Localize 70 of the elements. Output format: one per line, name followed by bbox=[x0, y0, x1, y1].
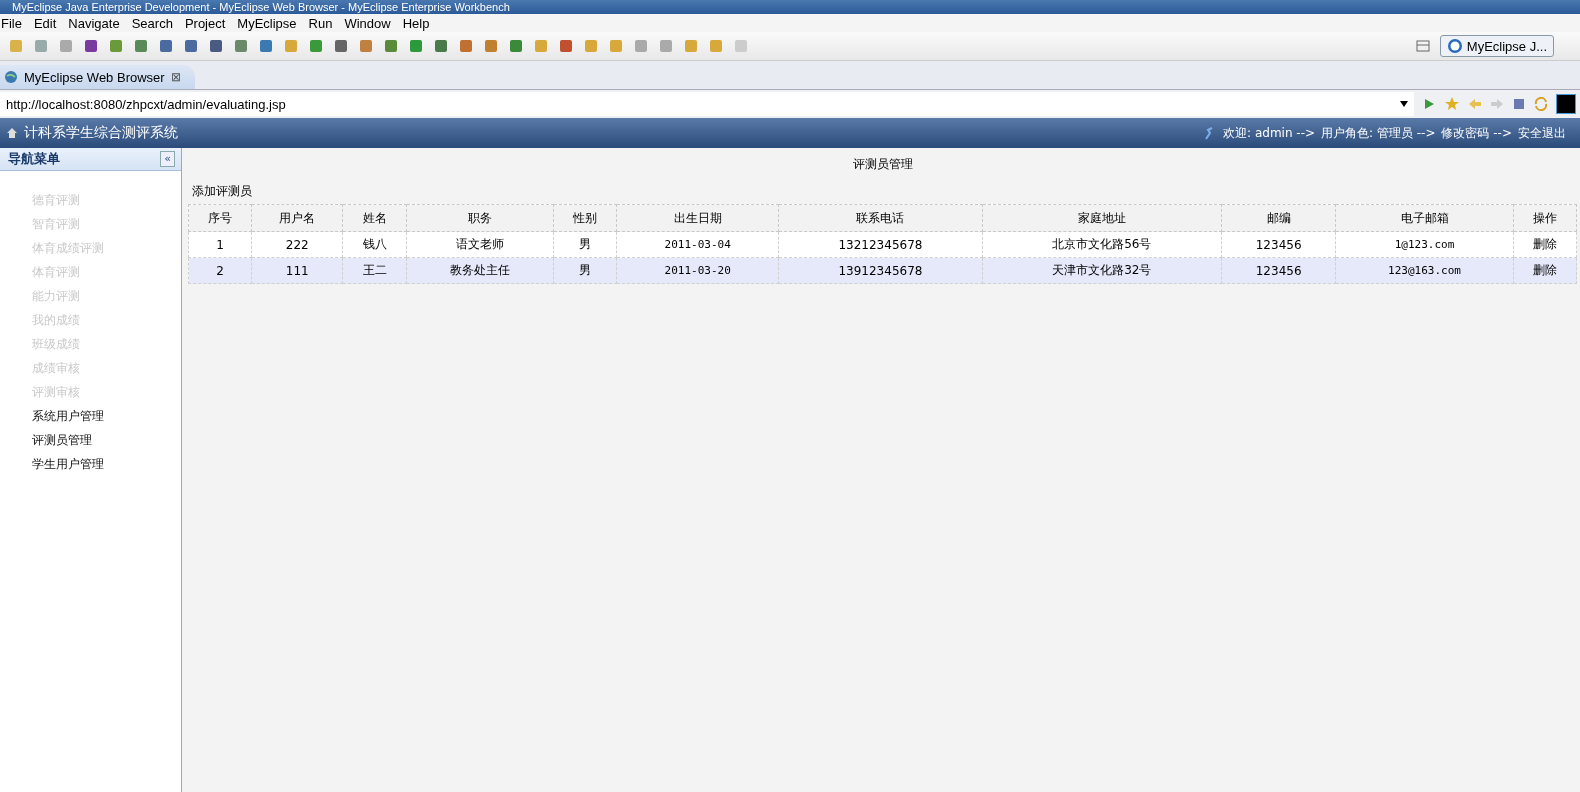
header-link[interactable]: 欢迎: admin --> bbox=[1223, 124, 1316, 142]
table-cell: 2011-03-20 bbox=[616, 257, 779, 284]
address-field[interactable]: http://localhost:8080/zhpcxt/admin/evaluating.jsp bbox=[0, 92, 1414, 116]
table-cell: 13912345678 bbox=[778, 257, 983, 284]
table-cell: 222 bbox=[251, 231, 343, 258]
app-title: 计科系学生综合测评系统 bbox=[24, 124, 178, 142]
column-header: 操作 bbox=[1513, 204, 1577, 232]
menu-item[interactable]: Project bbox=[179, 15, 233, 31]
table-cell: 111 bbox=[251, 257, 343, 284]
column-header: 出生日期 bbox=[616, 204, 779, 232]
window-title: MyEclipse Java Enterprise Development - MyEclipse Web Browser - MyEclipse Enterprise Workbench bbox=[12, 0, 510, 14]
menu-item[interactable]: Search bbox=[126, 15, 180, 31]
column-header: 用户名 bbox=[251, 204, 343, 232]
table-row[interactable]: 2 111 王二 教务处主任 男 2011-03-20 13912345678 天津市文化路32号 123456 123@163.com 删除 bbox=[188, 257, 1577, 284]
page-title: 评测员管理 bbox=[851, 156, 914, 173]
dropdown-caret-icon[interactable] bbox=[1400, 101, 1408, 107]
circle-m-icon bbox=[1446, 38, 1463, 54]
menu-item[interactable]: Edit bbox=[28, 15, 64, 31]
table-cell: 天津市文化路32号 bbox=[982, 257, 1222, 284]
sidebar-title: 导航菜单 bbox=[8, 150, 60, 168]
table-cell: 男 bbox=[553, 257, 617, 284]
stop-icon[interactable] bbox=[1512, 97, 1526, 111]
menu-item[interactable]: Window bbox=[339, 15, 398, 31]
column-header: 职务 bbox=[406, 204, 554, 232]
table-cell: 123456 bbox=[1221, 231, 1336, 258]
sidebar-item[interactable]: 系统用户管理 bbox=[32, 407, 181, 426]
star-icon[interactable] bbox=[1444, 96, 1460, 112]
go-icon[interactable] bbox=[1422, 97, 1436, 111]
menu-item[interactable]: File bbox=[0, 15, 29, 31]
perspective-button[interactable]: MyEclipse J... bbox=[1439, 35, 1554, 57]
collapse-button[interactable]: « bbox=[160, 151, 175, 167]
editor-tab[interactable]: MyEclipse Web Browser ⊠ bbox=[0, 65, 195, 89]
add-link[interactable]: 添加评测员 bbox=[192, 183, 252, 200]
address-value: http://localhost:8080/zhpcxt/admin/evaluating.jsp bbox=[6, 96, 286, 112]
header-link[interactable]: 修改密码 --> bbox=[1441, 124, 1512, 142]
close-button[interactable]: ⊠ bbox=[170, 70, 181, 84]
table-cell: 123456 bbox=[1221, 257, 1336, 284]
menu-item[interactable]: MyEclipse bbox=[232, 15, 304, 31]
table-cell: 教务处主任 bbox=[406, 257, 554, 284]
table-cell: 语文老师 bbox=[406, 231, 554, 258]
menu-item[interactable]: Run bbox=[303, 15, 340, 31]
table-cell: 1@123.com bbox=[1335, 231, 1514, 258]
delete-link[interactable]: 删除 bbox=[1513, 257, 1577, 284]
column-header: 家庭地址 bbox=[982, 204, 1222, 232]
table-cell: 1 bbox=[188, 231, 252, 258]
table-cell: 男 bbox=[553, 231, 617, 258]
table-cell: 13212345678 bbox=[778, 231, 983, 258]
table-cell: 钱八 bbox=[342, 231, 407, 258]
column-header: 电子邮箱 bbox=[1335, 204, 1514, 232]
column-header: 姓名 bbox=[342, 204, 407, 232]
header-link[interactable]: 用户角色: 管理员 --> bbox=[1321, 124, 1436, 142]
house-icon bbox=[6, 127, 18, 139]
menu-item[interactable]: Navigate bbox=[63, 15, 127, 31]
column-header: 性别 bbox=[553, 204, 617, 232]
table-cell: 北京市文化路56号 bbox=[982, 231, 1222, 258]
table-row[interactable]: 1 222 钱八 语文老师 男 2011-03-04 13212345678 北京市文化路56号 123456 1@123.com 删除 bbox=[188, 231, 1577, 258]
table-cell: 123@163.com bbox=[1335, 257, 1514, 284]
column-header: 序号 bbox=[188, 204, 252, 232]
menu-item[interactable]: Help bbox=[397, 15, 437, 31]
tab-label: MyEclipse Web Browser bbox=[24, 69, 165, 85]
header-link[interactable]: 安全退出 bbox=[1518, 124, 1566, 142]
column-header: 邮编 bbox=[1221, 204, 1336, 232]
table-cell: 2011-03-04 bbox=[616, 231, 779, 258]
table-cell: 2 bbox=[188, 257, 252, 284]
table-cell: 王二 bbox=[342, 257, 407, 284]
delete-link[interactable]: 删除 bbox=[1513, 231, 1577, 258]
sidebar-item[interactable]: 学生用户管理 bbox=[32, 455, 181, 474]
open-perspective-icon[interactable] bbox=[1414, 38, 1431, 54]
sidebar-item[interactable]: 评测员管理 bbox=[32, 431, 181, 450]
column-header: 联系电话 bbox=[778, 204, 983, 232]
